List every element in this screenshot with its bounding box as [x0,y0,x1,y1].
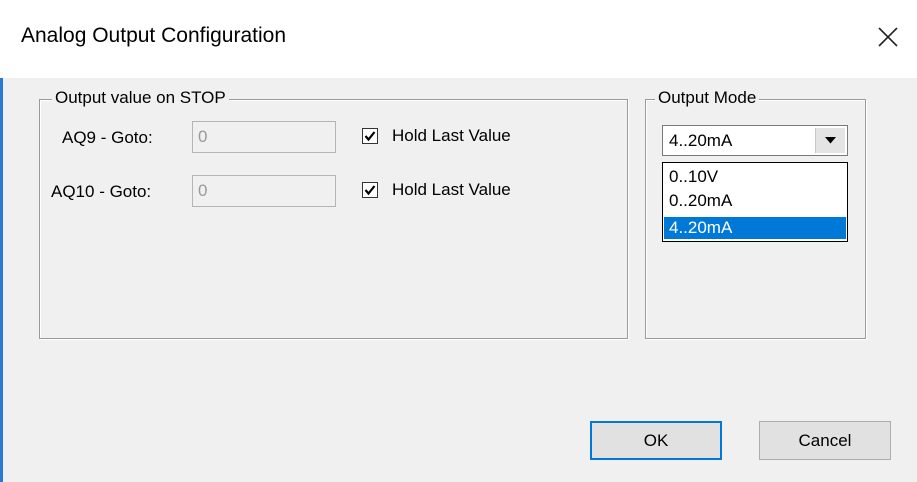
close-button[interactable] [865,0,917,78]
aq9-goto-label: AQ9 - Goto: [62,128,153,147]
aq9-goto-input[interactable]: 0 [192,121,336,153]
aq9-hold-label[interactable]: Hold Last Value [392,126,511,146]
mode-option-4-20ma[interactable]: 4..20mA [664,217,846,239]
checkmark-icon [364,131,376,142]
output-mode-selected-value: 4..20mA [669,131,733,150]
chevron-down-icon [825,137,836,144]
aq10-hold-checkbox[interactable] [362,182,378,198]
analog-output-dialog: Analog Output Configuration Output value… [0,0,917,482]
checkmark-icon [364,185,376,196]
title-bar: Analog Output Configuration [0,0,917,78]
output-mode-select[interactable]: 4..20mA [662,125,848,156]
output-mode-dropdown-list: 0..10V 0..20mA 4..20mA [662,162,848,242]
aq10-goto-input[interactable]: 0 [192,175,336,207]
stop-group-legend: Output value on STOP [52,88,229,108]
mode-option-0-20ma[interactable]: 0..20mA [664,190,846,212]
aq10-goto-label: AQ10 - Goto: [51,182,152,201]
cancel-button[interactable]: Cancel [759,421,891,460]
mode-option-0-10v[interactable]: 0..10V [664,166,846,188]
window-title: Analog Output Configuration [21,24,287,47]
close-icon [878,27,898,47]
aq9-hold-checkbox[interactable] [362,128,378,144]
ok-button[interactable]: OK [590,421,722,460]
window-border [0,78,3,482]
dropdown-arrow-button[interactable] [815,128,845,153]
aq10-hold-label[interactable]: Hold Last Value [392,180,511,200]
mode-group-legend: Output Mode [655,88,760,108]
